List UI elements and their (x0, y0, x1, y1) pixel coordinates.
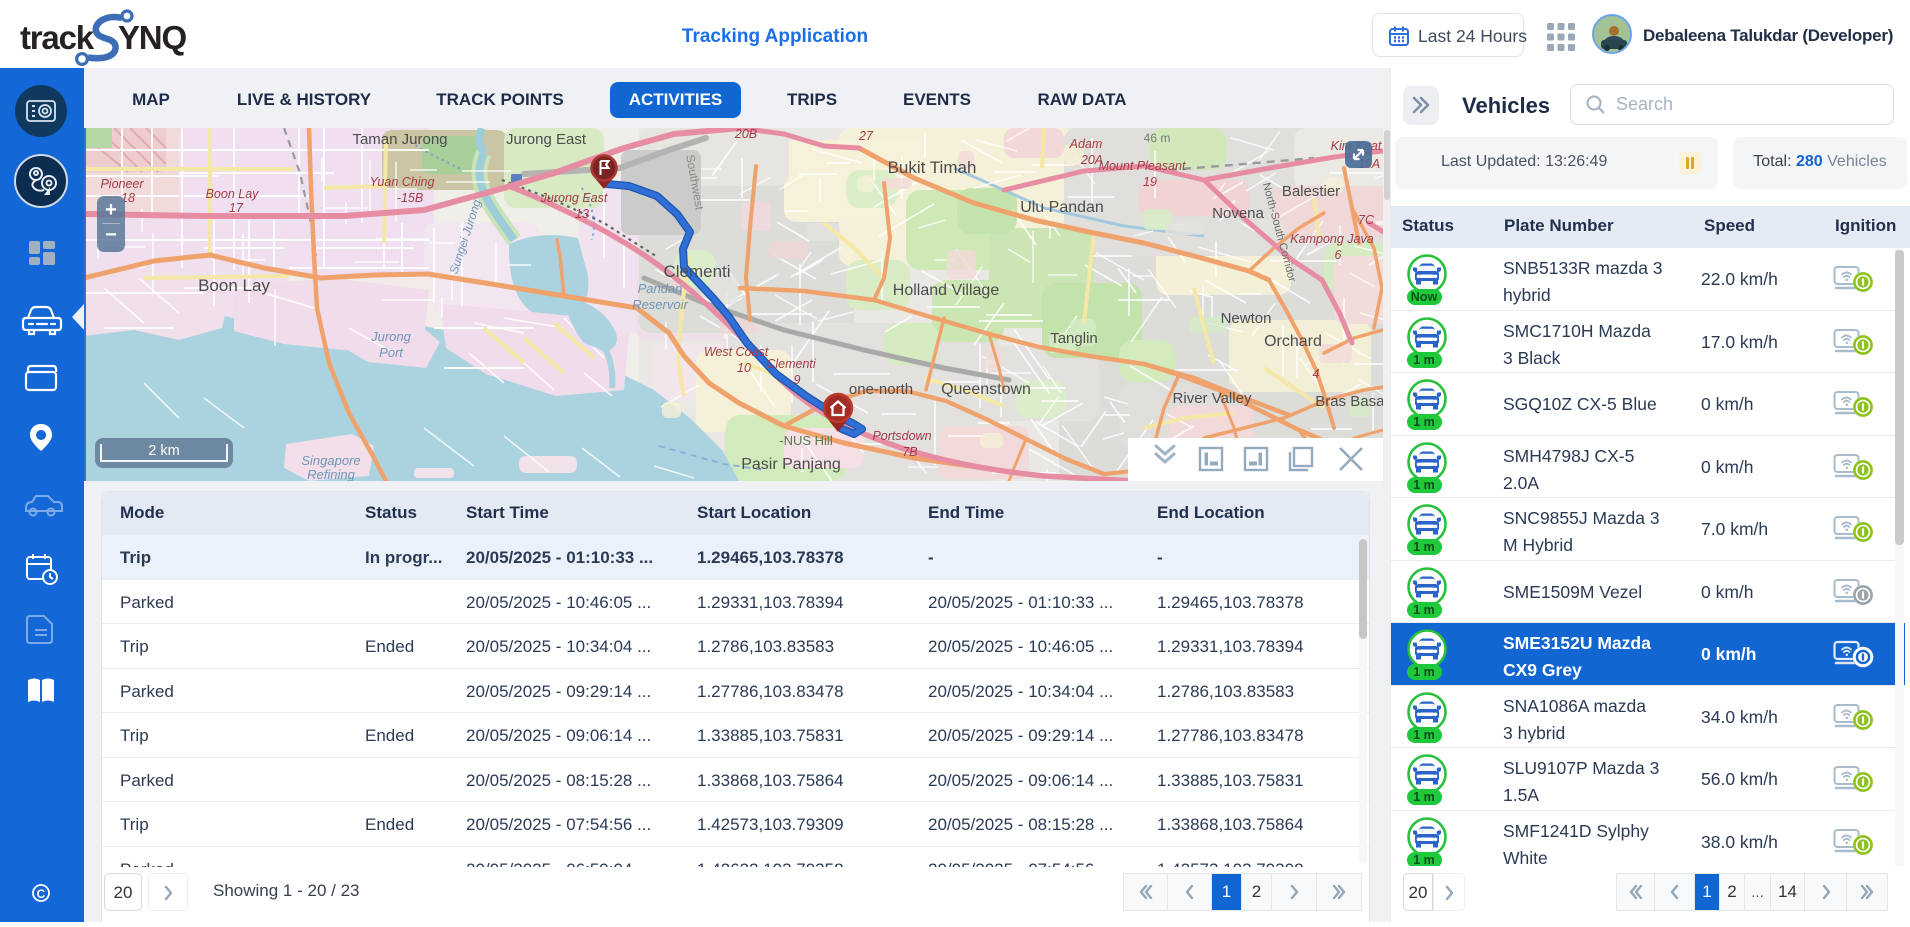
svg-text:Portsdown: Portsdown (872, 429, 931, 443)
svg-text:10: 10 (737, 361, 751, 375)
svg-text:Clementi: Clementi (663, 262, 730, 281)
svg-text:Bukit Timah: Bukit Timah (888, 158, 977, 177)
svg-text:Bras Basah: Bras Basah (1315, 393, 1383, 410)
svg-text:20A: 20A (1080, 153, 1103, 167)
svg-text:Jurong East: Jurong East (506, 131, 587, 148)
svg-text:YNQ: YNQ (118, 19, 186, 56)
svg-text:1 m: 1 m (1413, 478, 1435, 492)
svg-text:Clementi: Clementi (766, 357, 817, 371)
svg-text:1 m: 1 m (1413, 853, 1435, 867)
svg-text:Yuan Ching: Yuan Ching (370, 175, 435, 189)
svg-text:Singapore: Singapore (301, 453, 360, 468)
svg-text:1 m: 1 m (1413, 665, 1435, 679)
svg-text:6: 6 (1335, 248, 1342, 262)
svg-text:20B: 20B (734, 128, 757, 141)
svg-text:7C: 7C (1358, 213, 1375, 227)
svg-text:Now: Now (1411, 290, 1438, 304)
svg-text:Balestier: Balestier (1282, 183, 1340, 200)
svg-text:13: 13 (575, 207, 589, 221)
svg-text:Holland Village: Holland Village (893, 282, 1000, 299)
svg-text:Taman Jurong: Taman Jurong (352, 131, 447, 148)
svg-text:Mount Pleasant: Mount Pleasant (1099, 159, 1186, 173)
svg-text:7B: 7B (902, 445, 917, 459)
svg-text:West Coast: West Coast (704, 345, 769, 359)
svg-text:17: 17 (229, 201, 244, 215)
svg-text:Adam: Adam (1069, 137, 1103, 151)
svg-text:Reservoir: Reservoir (632, 297, 688, 312)
svg-text:-15B: -15B (397, 191, 423, 205)
svg-text:Orchard: Orchard (1264, 333, 1322, 350)
svg-text:Jurong: Jurong (370, 329, 412, 344)
svg-text:1 m: 1 m (1413, 790, 1435, 804)
svg-text:Novena: Novena (1212, 205, 1264, 222)
svg-text:46 m: 46 m (1144, 131, 1171, 145)
svg-text:Jurong East: Jurong East (540, 191, 608, 205)
svg-text:27: 27 (858, 129, 874, 143)
svg-text:1 m: 1 m (1413, 603, 1435, 617)
svg-text:1 m: 1 m (1413, 353, 1435, 367)
svg-text:Ulu Pandan: Ulu Pandan (1020, 199, 1104, 216)
svg-text:Boon Lay: Boon Lay (206, 187, 260, 201)
svg-text:River Valley: River Valley (1173, 390, 1252, 407)
svg-text:4: 4 (1313, 367, 1320, 381)
svg-text:Refining: Refining (307, 467, 355, 481)
svg-text:Kampong Java: Kampong Java (1290, 232, 1373, 246)
svg-text:C: C (37, 887, 46, 901)
svg-text:one-north: one-north (849, 381, 913, 398)
svg-text:Pasir Panjang: Pasir Panjang (741, 456, 841, 473)
svg-text:Newton: Newton (1221, 310, 1272, 327)
svg-text:Pandan: Pandan (638, 281, 683, 296)
svg-text:Port: Port (379, 345, 404, 360)
svg-text:Queenstown: Queenstown (941, 381, 1031, 398)
svg-text:Tanglin: Tanglin (1050, 330, 1098, 347)
svg-text:Pioneer: Pioneer (100, 177, 144, 191)
svg-text:-NUS Hill: -NUS Hill (779, 433, 833, 448)
svg-text:Boon Lay: Boon Lay (198, 276, 270, 295)
svg-text:1 m: 1 m (1413, 540, 1435, 554)
svg-text:1 m: 1 m (1413, 728, 1435, 742)
svg-text:track: track (20, 19, 95, 56)
svg-text:9: 9 (794, 373, 801, 387)
svg-text:1 m: 1 m (1413, 415, 1435, 429)
svg-text:19: 19 (1143, 175, 1157, 189)
